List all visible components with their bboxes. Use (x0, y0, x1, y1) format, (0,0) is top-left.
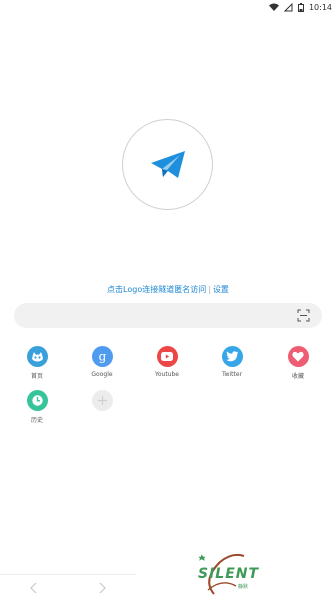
paper-plane-icon (150, 150, 185, 178)
signal-icon (283, 2, 293, 11)
shortcut-label: Google (91, 371, 113, 378)
shortcut-twitter[interactable]: Twitter (212, 346, 252, 378)
shortcut-label: 首页 (30, 373, 43, 380)
shortcut-add[interactable] (82, 390, 122, 411)
shortcut-label: 历史 (30, 417, 43, 424)
shortcut-label: 收藏 (291, 373, 304, 380)
silent-watermark-logo: SILENT 静默 (192, 550, 282, 596)
shortcut-google[interactable]: g Google (82, 346, 122, 378)
youtube-play-icon (156, 346, 178, 367)
shortcut-label: Youtube (155, 371, 179, 378)
status-time: 10:14 (308, 2, 332, 12)
hint-text: 点击Logo连接隧道匿名访问 (107, 285, 207, 294)
watermark-brand: SILENT (198, 566, 260, 582)
bottom-nav-bar (0, 574, 136, 600)
hint-line: 点击Logo连接隧道匿名访问 | 设置 (0, 284, 336, 295)
status-icons: 10:14 (268, 1, 332, 13)
add-icon (91, 390, 113, 411)
scan-icon[interactable] (297, 309, 310, 322)
heart-icon (287, 346, 309, 367)
home-icon (26, 346, 48, 367)
tunnel-logo-button[interactable] (122, 119, 213, 210)
forward-arrow-icon[interactable] (96, 581, 108, 595)
watermark-sub: 静默 (238, 584, 249, 590)
search-input[interactable] (28, 303, 288, 328)
svg-text:g: g (98, 350, 106, 363)
wifi-icon (268, 3, 279, 11)
search-bar (14, 303, 322, 328)
hint-separator: | (208, 285, 211, 294)
google-g-icon: g (91, 346, 113, 367)
clock-icon (26, 390, 48, 411)
status-bar: 10:14 (0, 0, 336, 14)
shortcut-favorites[interactable]: 收藏 (278, 346, 318, 380)
twitter-bird-icon (221, 346, 243, 367)
shortcut-label: Twitter (221, 371, 243, 378)
shortcut-youtube[interactable]: Youtube (147, 346, 187, 378)
shortcut-history[interactable]: 历史 (17, 390, 57, 424)
back-arrow-icon[interactable] (28, 581, 40, 595)
battery-icon (297, 2, 304, 12)
settings-link[interactable]: 设置 (213, 285, 229, 294)
shortcut-home[interactable]: 首页 (17, 346, 57, 380)
